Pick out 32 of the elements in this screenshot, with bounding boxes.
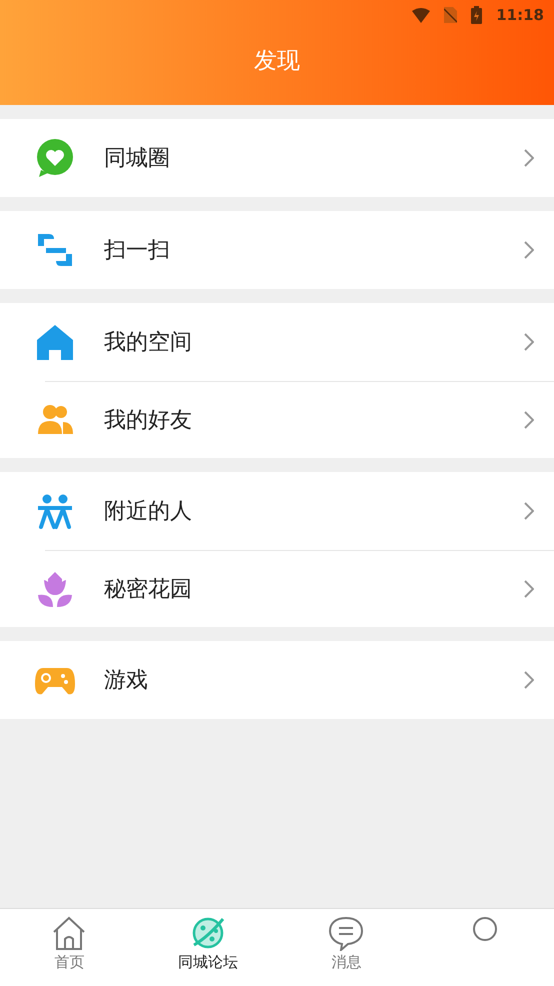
tab[interactable]: 同城论坛 xyxy=(138,909,277,986)
chevron-right-icon xyxy=(524,502,534,520)
menu-item[interactable]: 附近的人 xyxy=(0,472,554,550)
house-icon xyxy=(35,322,75,362)
battery-icon xyxy=(471,6,482,24)
menu-label: 我的空间 xyxy=(104,329,193,357)
tab[interactable]: 首页 xyxy=(0,909,138,986)
chevron-right-icon xyxy=(524,241,534,259)
menu-item[interactable]: 游戏 xyxy=(0,641,554,719)
menu-label: 附近的人 xyxy=(104,498,193,526)
chevron-right-icon xyxy=(524,671,534,689)
menu-item[interactable]: 我的空间 xyxy=(0,303,554,381)
speech-bubble-icon xyxy=(328,915,364,951)
chevron-right-icon xyxy=(524,410,534,428)
chevron-right-icon xyxy=(524,149,534,167)
menu-item[interactable]: 同城圈 xyxy=(0,119,554,197)
sim-card-icon xyxy=(444,7,458,23)
chevron-right-icon xyxy=(524,333,534,351)
status-time: 11:18 xyxy=(496,6,544,24)
house-icon xyxy=(51,915,88,951)
menu-item[interactable]: 秘密花园 xyxy=(0,550,554,627)
menu-item[interactable]: 我的好友 xyxy=(0,381,554,458)
menu-label: 游戏 xyxy=(104,667,149,695)
wifi-icon xyxy=(412,8,430,22)
chevron-right-icon xyxy=(524,580,534,598)
tab[interactable]: 消息 xyxy=(277,909,416,986)
menu-label: 同城圈 xyxy=(104,145,171,173)
menu-label: 秘密花园 xyxy=(104,576,193,604)
menu-item[interactable]: 扫一扫 xyxy=(0,211,554,289)
page-title: 发现 xyxy=(254,47,300,76)
menu-label: 扫一扫 xyxy=(104,237,171,265)
menu-label: 我的好友 xyxy=(104,406,193,434)
